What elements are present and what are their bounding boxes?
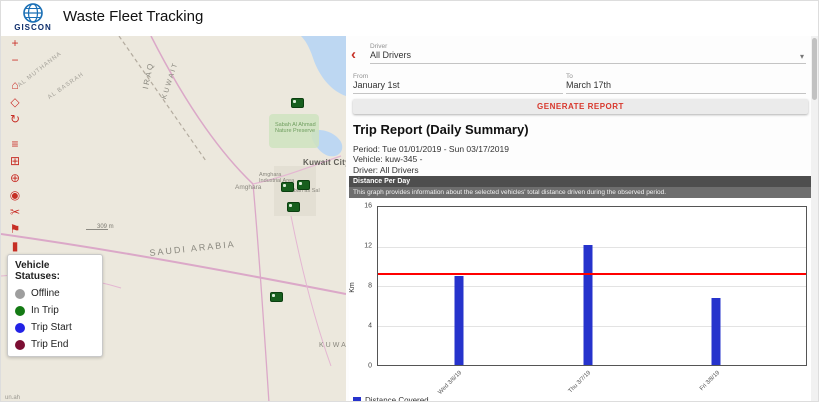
legend-item: Offline xyxy=(15,288,95,299)
vehicle-marker[interactable] xyxy=(297,180,310,190)
chart-y-ticks: 0481216 xyxy=(349,206,375,366)
legend-item: In Trip xyxy=(15,305,95,316)
chart-legend: Distance Covered xyxy=(353,396,429,402)
chart-subtitle: This graph provides information about th… xyxy=(349,187,813,198)
back-button[interactable]: ‹ xyxy=(351,48,356,62)
map-label: KUWAIT xyxy=(319,342,347,349)
status-dot xyxy=(15,323,25,333)
bookmark-button[interactable]: ▮ xyxy=(7,239,23,254)
locate-button[interactable]: ◉ xyxy=(7,188,23,203)
driver-select[interactable]: Driver All Drivers ▾ xyxy=(370,43,806,64)
status-label: Offline xyxy=(31,288,60,299)
chart-title: Distance Per Day xyxy=(349,176,813,187)
chart-bar[interactable] xyxy=(712,298,721,365)
map-label: Sabah Al Ahmad Nature Preserve xyxy=(275,122,327,134)
chart-plot-area xyxy=(377,206,807,366)
distance-chart: Distance Per Day This graph provides inf… xyxy=(349,176,813,402)
refresh-button[interactable]: ↻ xyxy=(7,112,23,127)
vehicle-marker[interactable] xyxy=(287,202,300,212)
y-tick-label: 12 xyxy=(364,243,372,250)
vehicle-marker[interactable] xyxy=(291,98,304,108)
vehicle-marker[interactable] xyxy=(281,182,294,192)
layers-button[interactable]: ≡ xyxy=(7,137,23,152)
status-label: Trip Start xyxy=(31,322,72,333)
driver-field-value: All Drivers xyxy=(370,50,806,60)
home-button[interactable]: ⌂ xyxy=(7,78,23,93)
status-dot xyxy=(15,340,25,350)
chart-x-ticks: Wed 3/6/19 Thu 3/7/19 Fri 3/8/19 xyxy=(377,368,807,394)
status-label: In Trip xyxy=(31,305,59,316)
giscon-logo: GISCON xyxy=(11,3,55,32)
report-title: Trip Report (Daily Summary) xyxy=(353,122,529,137)
x-tick-label: Thu 3/7/19 xyxy=(567,370,592,395)
page-title: Waste Fleet Tracking xyxy=(63,8,203,25)
legend-label: Distance Covered xyxy=(365,396,429,402)
app-header: GISCON Waste Fleet Tracking xyxy=(1,1,819,37)
zoom-out-button[interactable]: − xyxy=(7,53,23,68)
map-scale: 309 m xyxy=(97,224,114,230)
chart-bar[interactable] xyxy=(583,245,592,365)
app-window: GISCON Waste Fleet Tracking AL MUTHANNAA… xyxy=(0,0,819,402)
extent-button[interactable]: ◇ xyxy=(7,95,23,110)
chart-bar[interactable] xyxy=(455,276,464,365)
y-tick-label: 4 xyxy=(368,323,372,330)
basemap-button[interactable]: ⊕ xyxy=(7,171,23,186)
measure-button[interactable]: ✂ xyxy=(7,205,23,220)
map-attribution: un.ah xyxy=(5,395,20,401)
map-toolbar: + − ⌂ ◇ ↻ ≡ ⊞ ⊕ ◉ ✂ ⚑ ▮ xyxy=(7,36,25,256)
status-label: Trip End xyxy=(31,339,68,350)
report-period: Period: Tue 01/01/2019 - Sun 03/17/2019 xyxy=(353,144,509,154)
chart-body: Km 0481216 Wed 3/6/19Thu 3/7/19Fri 3/8/1… xyxy=(349,198,813,402)
logo-text: GISCON xyxy=(11,23,55,32)
vehicle-status-legend: Vehicle Statuses: Offline In Trip Trip Sta… xyxy=(7,254,103,357)
map-label: Kuwait City xyxy=(303,158,347,167)
y-tick-label: 8 xyxy=(368,283,372,290)
globe-icon xyxy=(11,3,55,23)
page-scrollbar[interactable] xyxy=(811,36,818,402)
from-field-value: January 1st xyxy=(353,80,563,90)
vehicle-status-legend-items: Offline In Trip Trip Start Trip End xyxy=(15,288,95,350)
legend-item: Trip Start xyxy=(15,322,95,333)
to-field-value: March 17th xyxy=(566,80,806,90)
flag-button[interactable]: ⚑ xyxy=(7,222,23,237)
print-button[interactable]: ⊞ xyxy=(7,154,23,169)
legend-item: Trip End xyxy=(15,339,95,350)
y-tick-label: 16 xyxy=(364,203,372,210)
report-meta: Period: Tue 01/01/2019 - Sun 03/17/2019 … xyxy=(353,144,509,175)
x-tick-label: Wed 3/6/19 xyxy=(437,370,463,396)
reference-line xyxy=(378,273,806,275)
to-field-label: To xyxy=(566,73,806,80)
status-dot xyxy=(15,289,25,299)
report-driver: Driver: All Drivers xyxy=(353,165,509,175)
map-label: Amghara xyxy=(235,184,261,191)
to-date-field[interactable]: To March 17th xyxy=(566,73,806,94)
report-vehicle: Vehicle: kuw-345 - xyxy=(353,154,509,164)
from-field-label: From xyxy=(353,73,563,80)
y-tick-label: 0 xyxy=(368,363,372,370)
x-tick-label: Fri 3/8/19 xyxy=(699,370,721,392)
vehicle-marker[interactable] xyxy=(270,292,283,302)
vehicle-status-legend-title: Vehicle Statuses: xyxy=(15,260,95,282)
zoom-in-button[interactable]: + xyxy=(7,36,23,51)
map-scale-bar xyxy=(86,229,108,230)
page-scrollbar-thumb[interactable] xyxy=(812,38,817,100)
status-dot xyxy=(15,306,25,316)
from-date-field[interactable]: From January 1st xyxy=(353,73,563,94)
report-panel: ‹ Driver All Drivers ▾ From January 1st … xyxy=(346,36,819,402)
generate-report-button[interactable]: GENERATE REPORT xyxy=(353,99,808,114)
legend-swatch xyxy=(353,397,361,402)
chevron-down-icon: ▾ xyxy=(800,52,804,61)
driver-field-label: Driver xyxy=(370,43,806,50)
